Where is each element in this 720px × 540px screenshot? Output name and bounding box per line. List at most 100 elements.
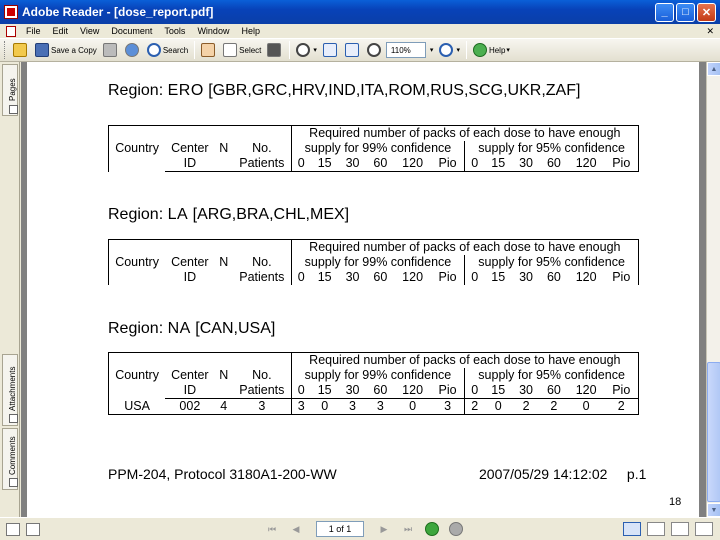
tab-pages[interactable]: Pages xyxy=(2,64,18,116)
toolbar-grip[interactable] xyxy=(4,41,7,59)
snapshot-button[interactable] xyxy=(264,40,286,60)
zoom-level-field[interactable]: 110% xyxy=(385,42,426,58)
slide-number: 18 xyxy=(669,496,682,508)
header-n xyxy=(214,239,233,255)
continuous-facing-button[interactable] xyxy=(695,522,713,536)
header-n-empty xyxy=(214,156,233,172)
dose-table: Country Required number of packs of each… xyxy=(108,352,640,415)
header-center-2: ID xyxy=(183,270,197,284)
tab-attachments[interactable]: Attachments xyxy=(2,354,18,426)
page-number-field[interactable]: 1 of 1 xyxy=(316,521,364,537)
menu-help[interactable]: Help xyxy=(235,26,266,36)
header-no-2: Patients xyxy=(232,156,292,172)
save-icon xyxy=(35,43,49,57)
cell-n: 4 xyxy=(214,398,233,415)
cell-dose-95: 0 xyxy=(567,398,605,415)
dose-label: 30 xyxy=(338,383,367,399)
dose-label: 120 xyxy=(394,156,431,172)
first-page-button[interactable]: ⏮ xyxy=(265,522,279,536)
search-button[interactable]: Search xyxy=(144,40,191,60)
menu-edit[interactable]: Edit xyxy=(47,26,75,36)
header-patients xyxy=(232,352,292,368)
print-button[interactable] xyxy=(100,40,122,60)
help-button[interactable]: Help ▾ xyxy=(470,40,513,60)
pdf-document-icon[interactable] xyxy=(6,25,16,37)
scroll-thumb[interactable] xyxy=(707,362,720,502)
previous-view-button[interactable] xyxy=(425,522,439,536)
dose-label: 30 xyxy=(338,156,367,172)
dose-label: 120 xyxy=(567,383,605,399)
fit-width-icon xyxy=(344,43,359,57)
dose-label: 15 xyxy=(484,383,513,399)
page-navigation: ⏮ ◀ 1 of 1 ▶ ⏭ xyxy=(260,521,468,537)
zoom-out-button[interactable] xyxy=(364,40,386,60)
page-footer-protocol: PPM-204, Protocol 3180A1-200-WW xyxy=(108,466,337,482)
actual-size-button[interactable] xyxy=(320,40,342,60)
document-view[interactable]: Region: ERO [GBR,GRC,HRV,IND,ITA,ROM,RUS… xyxy=(21,62,706,517)
scroll-up-button[interactable]: ▲ xyxy=(707,62,720,76)
facing-button[interactable] xyxy=(671,522,689,536)
open-button[interactable] xyxy=(10,40,32,60)
dose-label: 0 xyxy=(464,156,485,172)
window-titlebar: Adobe Reader - [dose_report.pdf] _ □ ✕ xyxy=(0,0,720,24)
vertical-scrollbar[interactable]: ▲ ▼ xyxy=(706,62,720,517)
menu-view[interactable]: View xyxy=(74,26,105,36)
hand-tool-button[interactable] xyxy=(198,40,220,60)
close-button[interactable]: ✕ xyxy=(697,2,716,22)
email-button[interactable] xyxy=(122,40,144,60)
continuous-button[interactable] xyxy=(647,522,665,536)
document-close-button[interactable]: ✕ xyxy=(706,26,714,37)
cell-dose-99: 3 xyxy=(338,398,367,415)
print-icon xyxy=(102,43,117,57)
dose-label: Pio xyxy=(430,383,466,399)
cell-dose-99: 3 xyxy=(291,398,311,415)
dose-label: Pio xyxy=(430,156,466,172)
table-row: USA 002 4 3 3 0 3 3 0 3 2 0 2 2 0 2 xyxy=(108,398,640,415)
maximize-button[interactable]: □ xyxy=(676,2,695,22)
region-heading: Region: NA [CAN,USA] xyxy=(108,320,275,338)
region-countries: [ARG,BRA,CHL,MEX] xyxy=(192,206,350,223)
minimize-button[interactable]: _ xyxy=(655,2,674,22)
scroll-down-button[interactable]: ▼ xyxy=(707,503,720,517)
window-title: Adobe Reader - [dose_report.pdf] xyxy=(22,5,214,19)
dose-label: 0 xyxy=(291,156,311,172)
region-code: LA xyxy=(167,206,189,223)
dose-label: Pio xyxy=(430,270,466,285)
menu-window[interactable]: Window xyxy=(191,26,235,36)
region-code: ERO xyxy=(167,82,204,99)
save-copy-button[interactable]: Save a Copy xyxy=(32,40,100,60)
zoom-icon xyxy=(296,43,311,57)
page-options-icon[interactable] xyxy=(26,522,40,536)
menu-document[interactable]: Document xyxy=(105,26,158,36)
header-n-label: N xyxy=(219,141,229,155)
last-page-button[interactable]: ⏭ xyxy=(401,522,415,536)
hand-icon xyxy=(201,43,216,57)
tab-attachments-label: Attachments xyxy=(8,366,17,411)
next-page-button[interactable]: ▶ xyxy=(377,522,391,536)
tab-comments[interactable]: Comments xyxy=(2,428,18,490)
dose-label: 60 xyxy=(373,270,388,284)
header-center-1: Center xyxy=(171,255,209,269)
zoom-dropdown-button[interactable]: ▾ xyxy=(426,40,437,60)
select-tool-button[interactable]: Select xyxy=(220,40,264,60)
previous-page-button[interactable]: ◀ xyxy=(289,522,303,536)
single-page-button[interactable] xyxy=(623,522,641,536)
menu-bar: File Edit View Document Tools Window Hel… xyxy=(0,24,720,38)
header-patients xyxy=(232,125,292,141)
chevron-down-icon: ▾ xyxy=(506,47,510,54)
menu-tools[interactable]: Tools xyxy=(158,26,191,36)
next-view-button[interactable] xyxy=(449,522,463,536)
fit-width-button[interactable] xyxy=(342,40,364,60)
dose-label: 15 xyxy=(317,270,332,284)
dose-label: 0 xyxy=(297,270,305,284)
page-layout-icon[interactable] xyxy=(6,522,20,536)
comment-icon xyxy=(9,478,18,487)
zoom-tool-button[interactable]: ▾ xyxy=(293,40,320,60)
status-bar: ⏮ ◀ 1 of 1 ▶ ⏭ xyxy=(0,517,720,540)
rotate-button[interactable]: ▾ xyxy=(436,40,463,60)
adobe-reader-icon xyxy=(4,5,18,19)
header-country: Country xyxy=(108,239,166,285)
header-center xyxy=(165,352,215,368)
menu-file[interactable]: File xyxy=(20,26,47,36)
header-supply-99: supply for 99% confidence xyxy=(291,368,466,383)
